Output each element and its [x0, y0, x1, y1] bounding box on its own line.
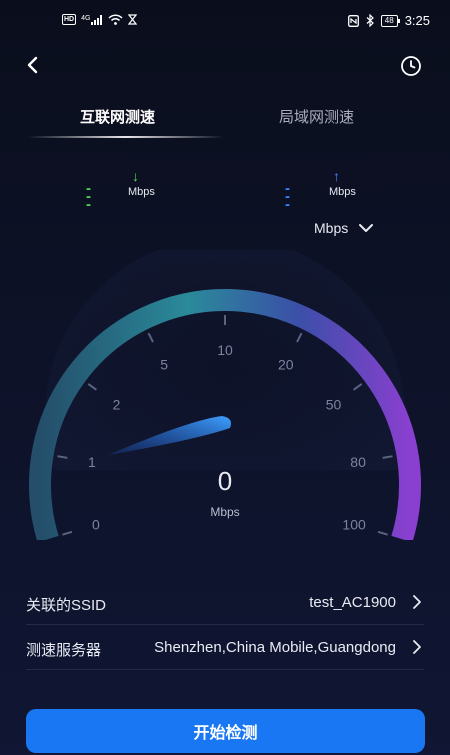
- ssid-row[interactable]: 关联的SSID test_AC1900: [26, 580, 424, 625]
- back-button[interactable]: [22, 54, 44, 76]
- speed-server-value: Shenzhen,China Mobile,Guangdong: [154, 639, 396, 656]
- upload-arrow-icon: ↑: [333, 168, 340, 184]
- chevron-right-icon: [413, 595, 421, 609]
- gauge-tick-label: 20: [278, 356, 294, 372]
- status-bar: HD 4G 48 3:25: [0, 0, 450, 40]
- battery-icon: 48: [380, 14, 400, 27]
- status-bar-left: HD 4G: [62, 14, 138, 25]
- chevron-down-icon: [359, 224, 374, 232]
- gauge-tick-label: 5: [160, 356, 168, 372]
- unit-selector-value: Mbps: [314, 220, 349, 236]
- gauge-tick: [62, 530, 73, 536]
- start-test-button[interactable]: 开始检测: [26, 709, 425, 753]
- status-bar-right: 48 3:25: [347, 13, 430, 28]
- bluetooth-icon: [366, 14, 374, 27]
- active-tab-indicator: [28, 136, 224, 138]
- gauge-tick-label: 50: [326, 397, 342, 413]
- speed-server-row[interactable]: 测速服务器 Shenzhen,China Mobile,Guangdong: [26, 625, 424, 670]
- download-arrow-icon: ↓: [132, 168, 139, 184]
- network-type-label: 4G: [81, 14, 91, 22]
- gauge-tick: [377, 530, 388, 536]
- hd-icon: HD: [62, 14, 77, 25]
- download-value: ---: [86, 180, 92, 213]
- ssid-label: 关联的SSID: [26, 597, 107, 614]
- history-button[interactable]: [400, 55, 422, 77]
- wifi-icon: [108, 14, 124, 25]
- unit-selector[interactable]: Mbps: [314, 220, 374, 236]
- current-speed-unit: Mbps: [210, 505, 240, 519]
- nfc-icon: [347, 14, 359, 27]
- gauge-tick-label: 2: [113, 397, 121, 413]
- upload-unit: Mbps: [329, 186, 356, 198]
- ssid-value: test_AC1900: [309, 594, 396, 611]
- signal-4g-icon: 4G: [81, 14, 103, 25]
- chevron-right-icon: [413, 640, 421, 654]
- chevron-left-icon: [27, 56, 38, 74]
- download-unit: Mbps: [128, 186, 155, 198]
- tab-internet-speed[interactable]: 互联网测速: [80, 106, 155, 127]
- status-time: 3:25: [404, 13, 430, 28]
- tab-lan-speed[interactable]: 局域网测速: [279, 106, 354, 127]
- gauge-tick-label: 10: [217, 342, 233, 358]
- clock-icon: [401, 56, 421, 76]
- hourglass-icon: [128, 14, 138, 25]
- upload-value: ---: [285, 180, 291, 213]
- current-speed-value: 0: [217, 466, 233, 496]
- speed-server-label: 测速服务器: [26, 642, 102, 659]
